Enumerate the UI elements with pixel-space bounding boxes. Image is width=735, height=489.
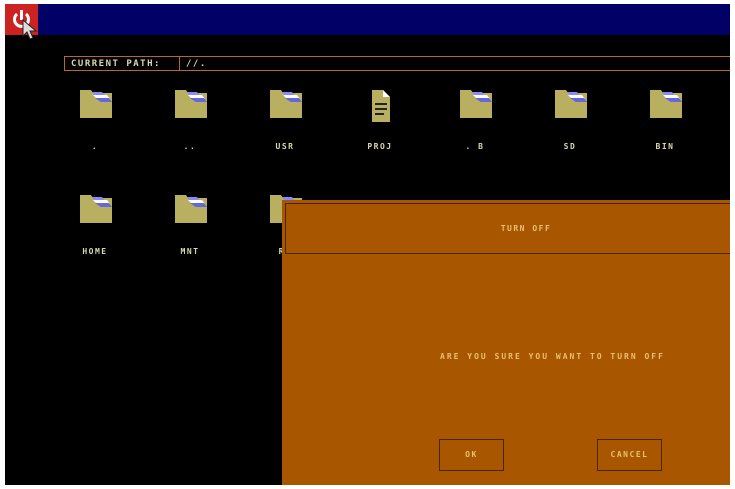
file-label: MNT xyxy=(180,247,200,256)
current-path-bar: CURRENT PATH: //. xyxy=(64,56,730,71)
arrow-cursor-icon xyxy=(22,19,38,40)
folder-icon xyxy=(460,90,492,118)
file-label: .. xyxy=(183,142,197,151)
folder-icon xyxy=(175,195,207,223)
current-path-label: CURRENT PATH: xyxy=(71,59,161,69)
file-label: . xyxy=(91,142,99,151)
folder-icon xyxy=(80,90,112,118)
folder-icon xyxy=(555,90,587,118)
dialog-title: TURN OFF xyxy=(500,224,552,233)
path-divider xyxy=(179,56,180,71)
folder-icon xyxy=(270,90,302,118)
folder-icon xyxy=(650,90,682,118)
dialog-title-bar: TURN OFF xyxy=(285,203,730,254)
current-path-value: //. xyxy=(186,59,207,69)
file-label: . B xyxy=(465,142,485,151)
file-label: SD xyxy=(563,142,577,151)
file-label: BIN xyxy=(655,142,675,151)
file-label: PROJ xyxy=(367,142,393,151)
turn-off-dialog: TURN OFF ARE YOU SURE YOU WANT TO TURN O… xyxy=(282,200,730,485)
desktop-screen: CURRENT PATH: //. ... USR PROJ . B SD BIN HOME… xyxy=(5,4,730,485)
file-label: USR xyxy=(275,142,295,151)
ok-button[interactable]: OK xyxy=(439,439,504,471)
file-label: HOME xyxy=(82,247,108,256)
folder-icon xyxy=(175,90,207,118)
folder-icon xyxy=(80,195,112,223)
dialog-message: ARE YOU SURE YOU WANT TO TURN OFF xyxy=(440,352,665,361)
cancel-button[interactable]: CANCEL xyxy=(597,439,662,471)
top-bar xyxy=(5,4,730,40)
document-icon xyxy=(372,90,390,122)
